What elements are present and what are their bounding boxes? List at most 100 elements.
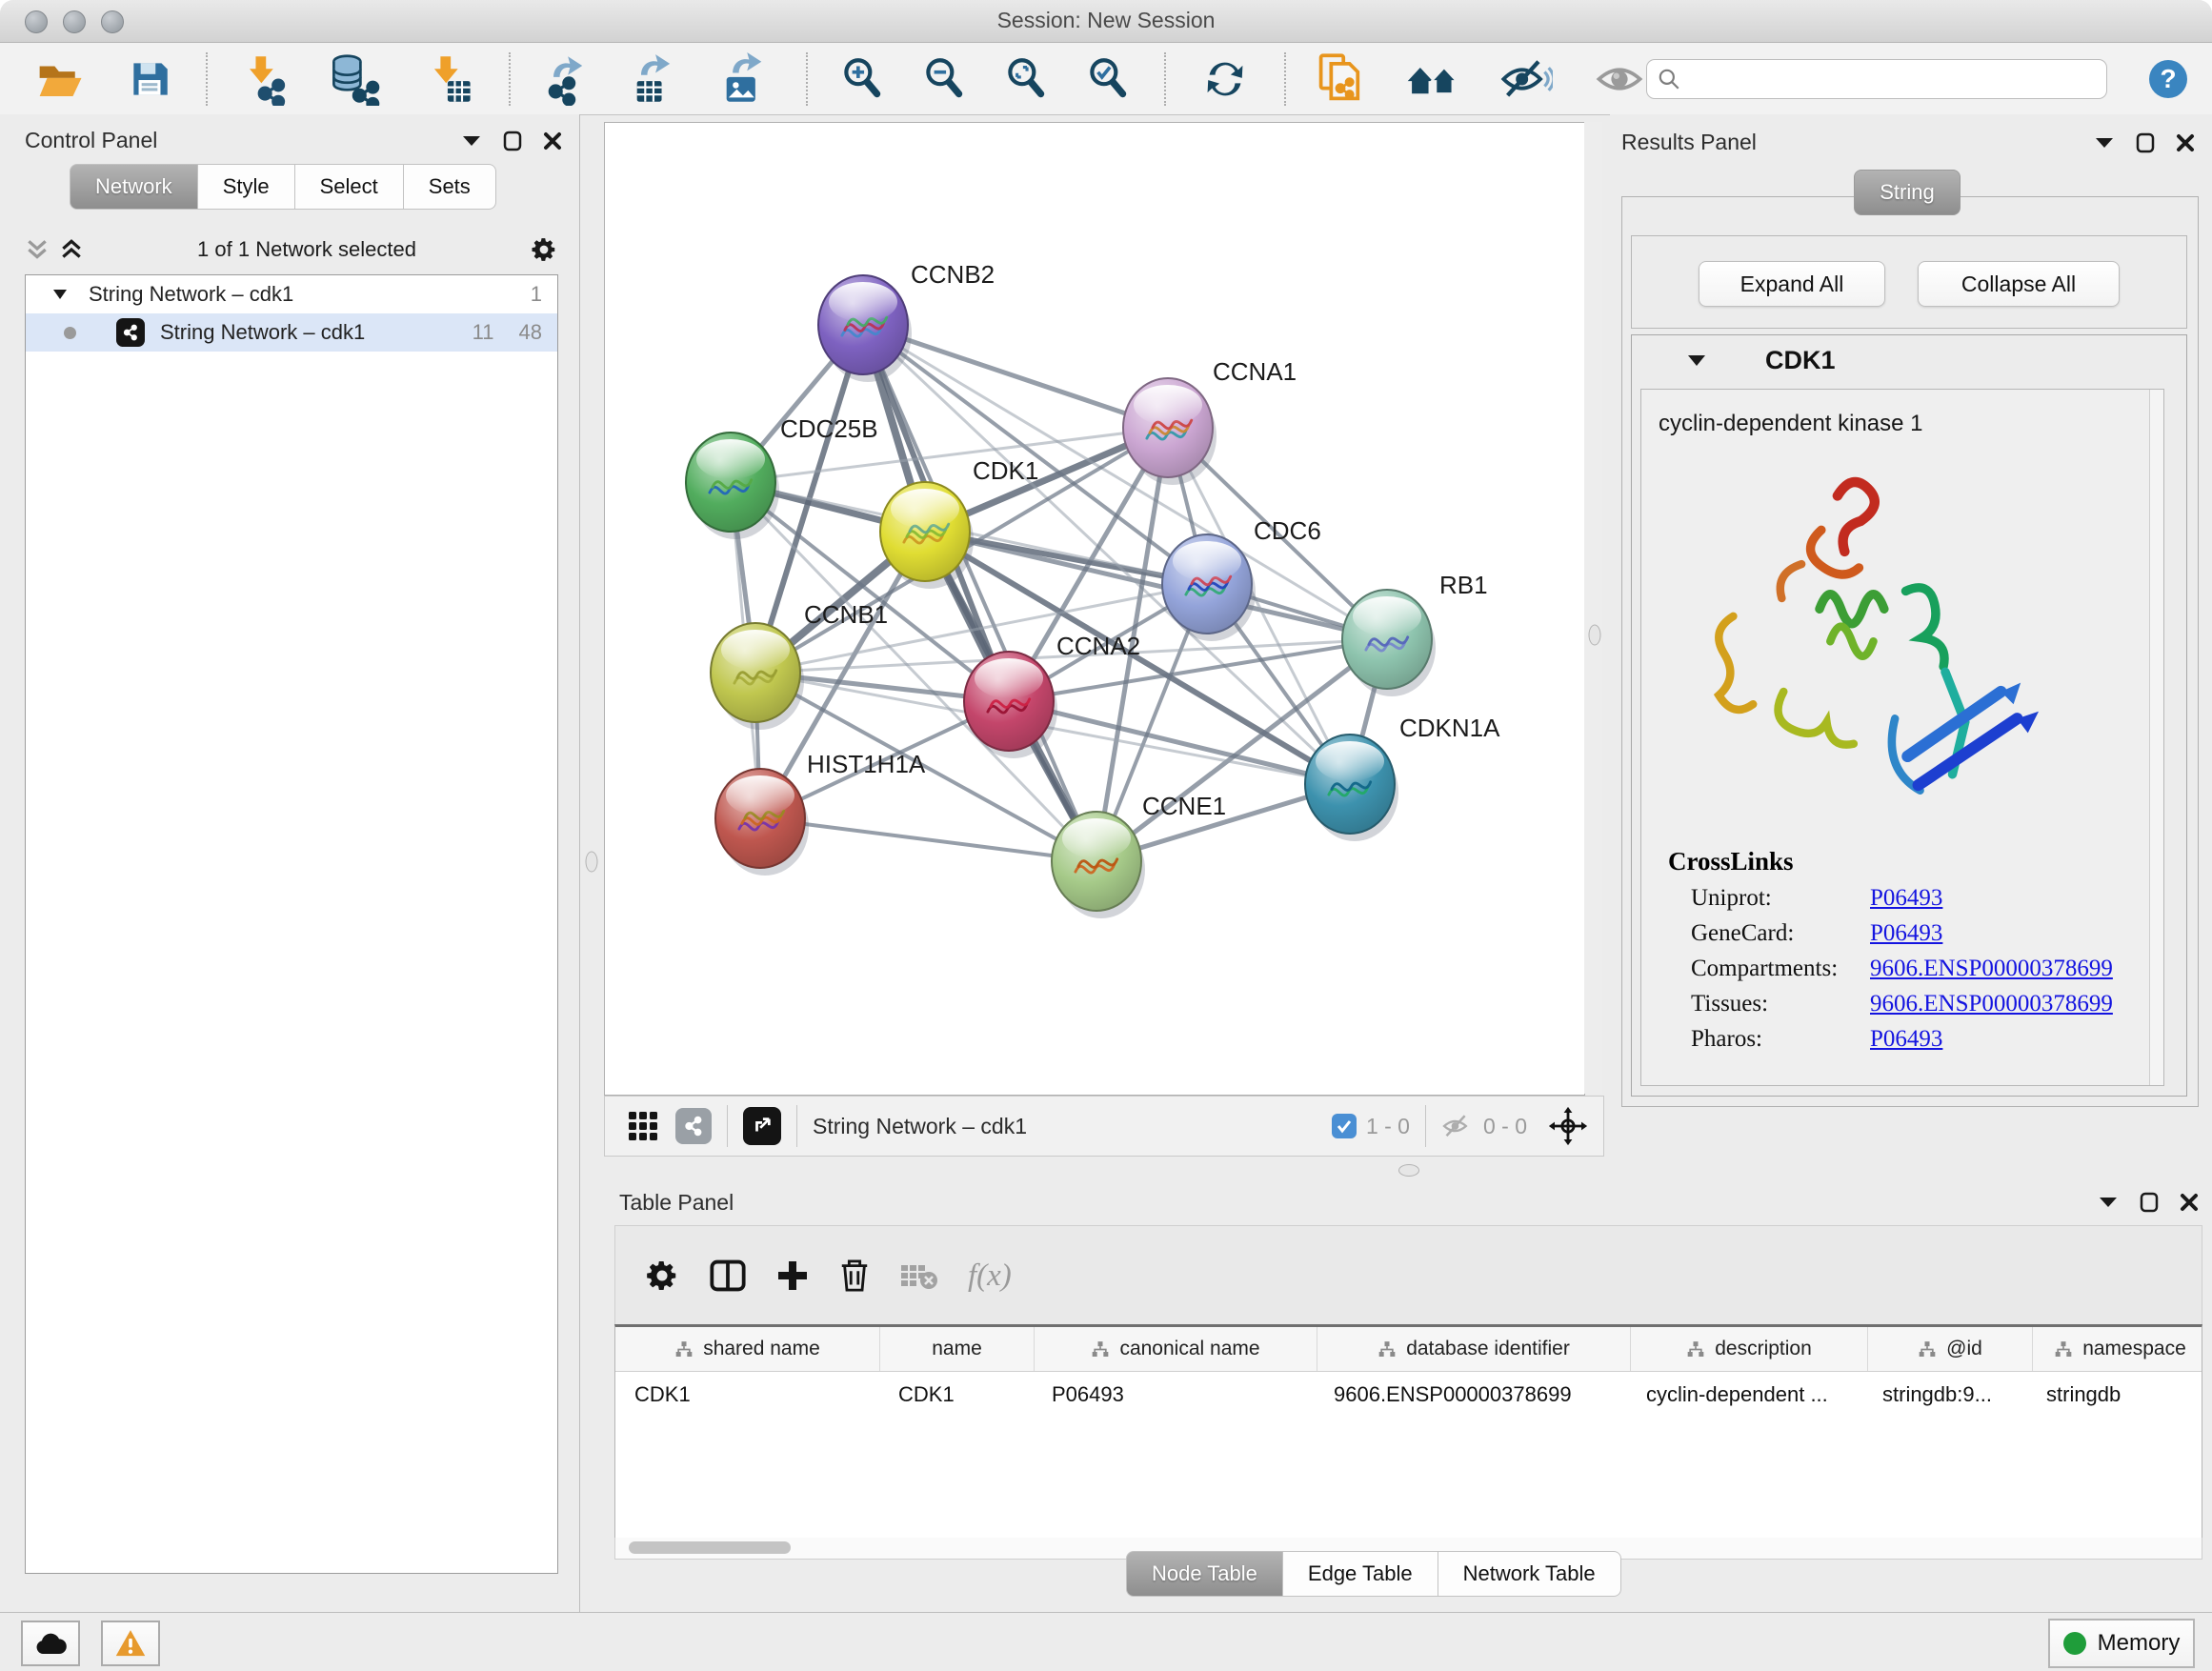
column-header--id[interactable]: @id [1868,1327,2033,1371]
node-HIST1H1A[interactable]: HIST1H1A [715,750,926,876]
table-body[interactable]: CDK1CDK1P064939606.ENSP00000378699cyclin… [615,1372,2202,1418]
crosslink-link[interactable]: P06493 [1870,920,1942,947]
collapse-all-icon[interactable] [25,237,50,262]
search-input[interactable] [1681,62,2097,96]
close-panel-icon[interactable] [2180,1193,2199,1212]
tab-select[interactable]: Select [295,164,404,210]
import-network-file-icon[interactable] [236,53,290,105]
table-row[interactable]: CDK1CDK1P064939606.ENSP00000378699cyclin… [615,1372,2202,1418]
string-home-icon[interactable] [1404,53,1463,105]
node-CCNB1[interactable]: CCNB1 [711,600,888,730]
show-all-icon[interactable] [1593,53,1646,105]
crosslink-link[interactable]: P06493 [1870,885,1942,912]
cloud-status-button[interactable] [21,1621,80,1666]
warnings-button[interactable] [101,1621,160,1666]
node-CCNE1[interactable]: CCNE1 [1052,792,1226,918]
tab-string-results[interactable]: String [1854,170,1961,215]
column-header-shared-name[interactable]: shared name [615,1327,880,1371]
zoom-in-icon[interactable] [838,53,886,105]
open-session-icon[interactable] [34,53,86,105]
panel-menu-icon[interactable] [2098,1196,2119,1209]
hide-selected-icon[interactable] [1499,53,1553,105]
delete-table-icon[interactable] [899,1259,939,1292]
table-cell[interactable]: P06493 [1033,1372,1315,1418]
float-panel-icon[interactable] [2140,1192,2159,1213]
section-expander-icon[interactable] [1687,354,1706,367]
crosslink-link[interactable]: 9606.ENSP00000378699 [1870,956,2113,982]
import-table-icon[interactable] [423,53,474,105]
column-header-name[interactable]: name [880,1327,1035,1371]
export-image-icon[interactable] [718,53,770,105]
tab-network[interactable]: Network [70,164,198,210]
crosslink-link[interactable]: P06493 [1870,1026,1942,1053]
string-view-icon[interactable] [675,1108,712,1144]
copy-document-icon[interactable] [1315,53,1366,105]
table-cell[interactable]: CDK1 [879,1372,1033,1418]
node-CDKN1A[interactable]: CDKN1A [1305,714,1500,841]
network-canvas[interactable]: CCNB2CCNA1CDC25BCDK1CDC6RB1CCNB1CCNA2CDK… [604,122,1585,1096]
results-splitter-handle[interactable] [1589,625,1601,646]
column-header-database-identifier[interactable]: database identifier [1317,1327,1631,1371]
selected-nodes-checkbox-icon[interactable] [1332,1114,1357,1138]
tab-style[interactable]: Style [198,164,295,210]
table-cell[interactable]: stringdb:9... [1863,1372,2027,1418]
network-collection-row[interactable]: String Network – cdk1 1 [26,275,557,313]
delete-column-icon[interactable] [838,1258,871,1294]
node-CCNB2[interactable]: CCNB2 [818,260,995,382]
collapse-all-button[interactable]: Collapse All [1918,261,2120,307]
expand-all-button[interactable]: Expand All [1699,261,1885,307]
table-cell[interactable]: CDK1 [615,1372,879,1418]
node-CDK1[interactable]: CDK1 [880,456,1038,589]
table-header-row[interactable]: shared namenamecanonical namedatabase id… [615,1327,2202,1372]
tab-node-table[interactable]: Node Table [1126,1551,1283,1597]
edge-ccnb2-ccne1[interactable] [863,325,1096,861]
detach-view-icon[interactable] [743,1107,781,1145]
node-CDC6[interactable]: CDC6 [1162,516,1321,641]
grid-view-icon[interactable] [626,1109,660,1143]
table-cell[interactable]: 9606.ENSP00000378699 [1315,1372,1627,1418]
function-builder-icon[interactable]: f(x) [968,1258,1012,1294]
memory-button[interactable]: Memory [2048,1619,2195,1668]
export-table-icon[interactable] [629,53,680,105]
edge-hist1h1a-ccne1[interactable] [760,818,1096,861]
tab-edge-table[interactable]: Edge Table [1283,1551,1438,1597]
table-cell[interactable]: stringdb [2027,1372,2202,1418]
refresh-icon[interactable] [1200,53,1250,105]
crosslink-link[interactable]: 9606.ENSP00000378699 [1870,991,2113,1017]
float-panel-icon[interactable] [2136,132,2155,153]
column-header-namespace[interactable]: namespace [2033,1327,2202,1371]
tab-network-table[interactable]: Network Table [1438,1551,1621,1597]
float-panel-icon[interactable] [503,131,522,151]
zoom-selected-icon[interactable] [1084,53,1132,105]
expand-all-icon[interactable] [59,237,84,262]
scrollbar-thumb[interactable] [629,1541,791,1554]
edge-ccnb2-rb1[interactable] [863,325,1387,639]
node-RB1[interactable]: RB1 [1342,571,1488,696]
tree-expander-icon[interactable] [52,289,68,300]
pan-crosshair-icon[interactable] [1548,1106,1588,1146]
close-panel-icon[interactable] [543,131,562,151]
panel-menu-icon[interactable] [2094,136,2115,150]
export-network-icon[interactable] [539,53,593,105]
gene-section-header[interactable]: CDK1 [1632,335,2186,385]
save-session-icon[interactable] [126,53,173,105]
help-icon[interactable]: ? [2145,53,2191,105]
table-cell[interactable]: cyclin-dependent ... [1627,1372,1863,1418]
vertical-splitter-handle[interactable] [586,852,598,873]
import-network-database-icon[interactable] [326,53,385,105]
string-network-graph[interactable]: CCNB2CCNA1CDC25BCDK1CDC6RB1CCNB1CCNA2CDK… [605,123,1584,1095]
tab-sets[interactable]: Sets [404,164,496,210]
zoom-fit-icon[interactable] [1002,53,1050,105]
show-columns-icon[interactable] [709,1258,747,1294]
horizontal-splitter-handle[interactable] [1398,1164,1419,1177]
gene-card-scrollbar[interactable] [2149,390,2163,1085]
network-row[interactable]: String Network – cdk1 11 48 [26,313,557,352]
table-options-gear-icon[interactable] [644,1258,680,1294]
column-header-canonical-name[interactable]: canonical name [1035,1327,1317,1371]
network-options-gear-icon[interactable] [530,235,558,264]
panel-menu-icon[interactable] [461,134,482,148]
create-column-icon[interactable] [775,1258,810,1293]
zoom-out-icon[interactable] [920,53,968,105]
close-panel-icon[interactable] [2176,133,2195,152]
column-header-description[interactable]: description [1631,1327,1868,1371]
